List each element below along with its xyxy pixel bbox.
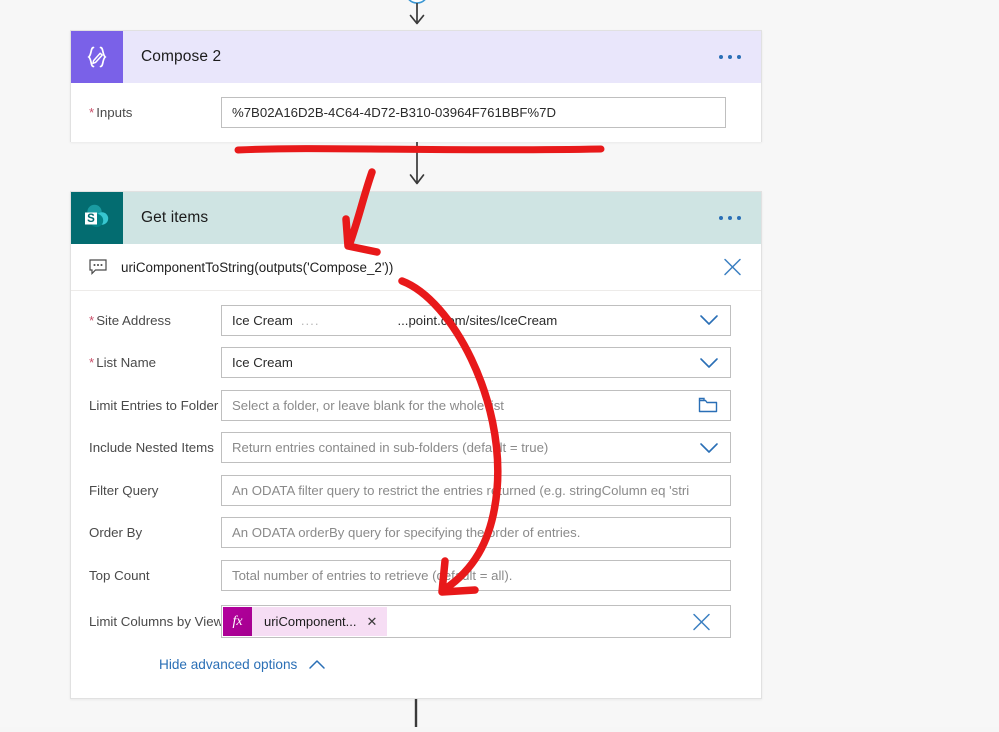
bottom-connector [412, 699, 420, 727]
top-count-placeholder: Total number of entries to retrieve (def… [232, 567, 513, 583]
list-name-label: * List Name [89, 355, 157, 371]
site-address-tail: ...point.com/sites/IceCream [397, 312, 558, 328]
ellipsis-icon [719, 55, 723, 59]
site-address-redacted: .... [300, 312, 320, 328]
limit-entries-to-folder-input[interactable]: Select a folder, or leave blank for the … [221, 389, 731, 421]
ellipsis-icon [737, 216, 741, 220]
expression-token-label: uriComponent... [264, 614, 357, 629]
flow-designer-canvas: Compose 2 * Inputs %7B02A16D2B-4C64-4D72-… [0, 0, 999, 727]
include-nested-items-label: Include Nested Items [89, 440, 214, 456]
required-asterisk: * [89, 312, 95, 328]
filter-query-input[interactable]: An ODATA filter query to restrict the en… [221, 474, 731, 506]
site-address-input[interactable]: Ice Cream .... ...point.com/sites/IceCre… [221, 304, 731, 336]
comment-text: uriComponentToString(outputs('Compose_2'… [121, 259, 394, 275]
top-count-input[interactable]: Total number of entries to retrieve (def… [221, 559, 731, 591]
list-name-value: Ice Cream [232, 355, 293, 371]
mid-connector [399, 142, 435, 192]
comment-bubble-icon [89, 259, 107, 275]
get-items-card-menu-button[interactable] [715, 210, 745, 226]
required-asterisk: * [89, 355, 95, 371]
form-row-include-nested-items: Include Nested Items Return entries cont… [71, 427, 761, 470]
form-row-top-count: Top Count Total number of entries to ret… [71, 554, 761, 597]
chevron-down-icon[interactable] [698, 313, 720, 327]
filter-query-placeholder: An ODATA filter query to restrict the en… [232, 482, 690, 498]
order-by-control: An ODATA orderBy query for specifying th… [221, 517, 731, 549]
limit-columns-by-view-control: fx uriComponent... ✕ [221, 605, 731, 638]
ellipsis-icon [728, 216, 732, 220]
inputs-field[interactable]: %7B02A16D2B-4C64-4D72-B310-03964F761BBF%… [221, 97, 726, 128]
comment-clear-button[interactable] [722, 257, 743, 278]
form-row-order-by: Order By An ODATA orderBy query for spec… [71, 512, 761, 555]
chevron-down-icon[interactable] [698, 441, 720, 455]
ellipsis-icon [737, 55, 741, 59]
order-by-input[interactable]: An ODATA orderBy query for specifying th… [221, 517, 731, 549]
site-address-control: Ice Cream .... ...point.com/sites/IceCre… [221, 304, 731, 336]
limit-entries-to-folder-placeholder: Select a folder, or leave blank for the … [232, 397, 504, 413]
comment-row[interactable]: uriComponentToString(outputs('Compose_2'… [71, 244, 761, 291]
site-address-value: Ice Cream [232, 312, 293, 328]
filter-query-label: Filter Query [89, 482, 159, 498]
close-icon [724, 258, 741, 276]
compose-braces-pencil-icon [71, 31, 123, 83]
expression-token-remove-button[interactable]: ✕ [367, 614, 378, 630]
compose-card-title: Compose 2 [141, 48, 222, 65]
limit-columns-by-view-label: Limit Columns by View [89, 614, 224, 629]
sharepoint-icon: S [71, 192, 123, 244]
form-row-limit-columns-by-view: Limit Columns by View fx uriComponent...… [71, 597, 761, 647]
hide-advanced-options-label: Hide advanced options [159, 657, 298, 672]
compose-icon-container [71, 31, 123, 83]
get-items-action-card[interactable]: S Get items uriComponentToString(outputs… [70, 191, 762, 699]
red-underline [234, 145, 605, 154]
hide-advanced-options-button[interactable]: Hide advanced options [159, 657, 326, 672]
list-name-input[interactable]: Ice Cream [221, 347, 731, 379]
chevron-down-icon[interactable] [698, 356, 720, 370]
close-icon [693, 613, 710, 630]
list-name-control: Ice Cream [221, 347, 731, 379]
form-row-site-address: * Site Address Ice Cream .... ...point.co… [71, 299, 761, 342]
folder-icon[interactable] [698, 397, 718, 414]
plus-circle-icon [408, 0, 426, 4]
compose-card-header[interactable]: Compose 2 [71, 31, 761, 83]
form-row-filter-query: Filter Query An ODATA filter query to re… [71, 469, 761, 512]
ellipsis-icon [719, 216, 723, 220]
order-by-placeholder: An ODATA orderBy query for specifying th… [232, 525, 581, 541]
expression-token[interactable]: fx uriComponent... ✕ [223, 607, 388, 636]
inputs-field-value: %7B02A16D2B-4C64-4D72-B310-03964F761BBF%… [232, 105, 557, 120]
inputs-field-label: * Inputs [89, 105, 133, 120]
form-row-limit-entries-to-folder: Limit Entries to Folder Select a folder,… [71, 384, 761, 427]
site-address-label: * Site Address [89, 312, 171, 328]
connector-line-icon [414, 699, 418, 727]
top-connector [399, 0, 435, 30]
svg-text:S: S [87, 213, 95, 225]
chevron-up-icon [308, 659, 326, 670]
include-nested-items-input[interactable]: Return entries contained in sub-folders … [221, 432, 731, 464]
include-nested-items-placeholder: Return entries contained in sub-folders … [232, 440, 549, 456]
filter-query-control: An ODATA filter query to restrict the en… [221, 474, 731, 506]
order-by-label: Order By [89, 525, 143, 541]
top-count-label: Top Count [89, 567, 150, 583]
compose-2-action-card[interactable]: Compose 2 * Inputs %7B02A16D2B-4C64-4D72-… [70, 30, 762, 142]
ellipsis-icon [728, 55, 732, 59]
compose-card-menu-button[interactable] [715, 49, 745, 65]
limit-columns-clear-button[interactable] [691, 611, 712, 632]
get-items-form: * Site Address Ice Cream .... ...point.co… [71, 291, 761, 647]
limit-columns-by-view-input[interactable]: fx uriComponent... ✕ [221, 605, 731, 638]
sharepoint-icon-container: S [71, 192, 123, 244]
arrow-down-icon [409, 142, 425, 185]
fx-icon: fx [223, 607, 252, 636]
get-items-card-header[interactable]: S Get items [71, 192, 761, 244]
required-asterisk: * [89, 105, 95, 120]
compose-card-body: * Inputs %7B02A16D2B-4C64-4D72-B310-03964… [71, 83, 761, 142]
limit-entries-to-folder-control: Select a folder, or leave blank for the … [221, 389, 731, 421]
arrow-down-icon [409, 3, 425, 25]
get-items-card-title: Get items [141, 209, 209, 226]
include-nested-items-control: Return entries contained in sub-folders … [221, 432, 731, 464]
top-count-control: Total number of entries to retrieve (def… [221, 559, 731, 591]
form-row-list-name: * List Name Ice Cream [71, 342, 761, 385]
limit-entries-to-folder-label: Limit Entries to Folder [89, 397, 219, 413]
